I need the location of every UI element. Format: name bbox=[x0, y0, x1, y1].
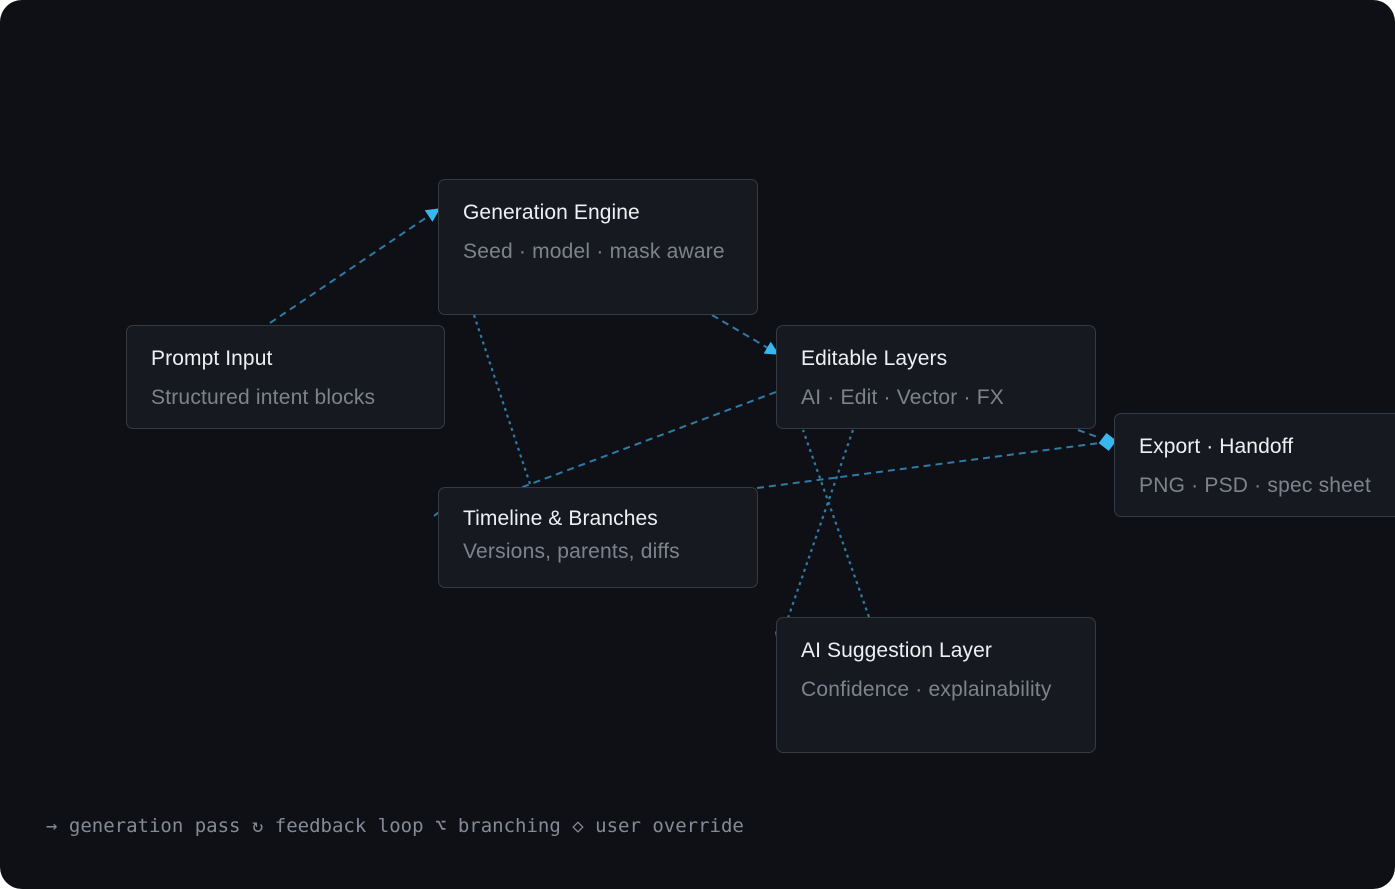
node-title: Export · Handoff bbox=[1139, 435, 1294, 458]
edge-layers-to-timeline bbox=[519, 391, 777, 489]
node-title: Prompt Input bbox=[151, 347, 273, 370]
edge-prompt-to-engine bbox=[269, 208, 441, 324]
diagram-canvas: Prompt Input Structured intent blocks Ge… bbox=[0, 0, 1395, 889]
node-title: Editable Layers bbox=[801, 347, 948, 370]
node-title: Timeline & Branches bbox=[463, 507, 658, 530]
edge-suggestion-to-layers bbox=[801, 429, 871, 618]
node-title: Generation Engine bbox=[463, 201, 640, 224]
legend-user-override: ◇ user override bbox=[572, 815, 744, 837]
node-subtitle: Seed · model · mask aware bbox=[463, 240, 725, 263]
legend-feedback-loop: ↻ feedback loop bbox=[251, 815, 424, 837]
edge-engine-to-timeline bbox=[472, 314, 533, 488]
edge-timeline-to-export bbox=[756, 433, 1117, 489]
node-export-handoff[interactable]: Export · Handoff PNG · PSD · spec sheet bbox=[1114, 413, 1395, 517]
node-generation-engine[interactable]: Generation Engine Seed · model · mask aw… bbox=[438, 179, 758, 315]
node-subtitle: AI · Edit · Vector · FX bbox=[801, 386, 1004, 409]
node-ai-suggestion-layer[interactable]: AI Suggestion Layer Confidence · explain… bbox=[776, 617, 1096, 753]
node-title: AI Suggestion Layer bbox=[801, 639, 993, 662]
node-editable-layers[interactable]: Editable Layers AI · Edit · Vector · FX bbox=[776, 325, 1096, 429]
edge-engine-to-layers bbox=[711, 314, 780, 355]
node-subtitle: Versions, parents, diffs bbox=[463, 540, 680, 563]
legend: → generation pass ↻ feedback loop ⌥ bran… bbox=[46, 812, 744, 840]
node-prompt-input[interactable]: Prompt Input Structured intent blocks bbox=[126, 325, 445, 429]
legend-branching: ⌥ branching bbox=[434, 815, 561, 837]
edge-layers-to-export bbox=[1077, 429, 1101, 439]
node-subtitle: PNG · PSD · spec sheet bbox=[1139, 474, 1371, 497]
legend-generation-pass: → generation pass bbox=[46, 815, 241, 837]
edge-layers-to-suggestion bbox=[775, 429, 855, 649]
node-subtitle: Structured intent blocks bbox=[151, 386, 376, 409]
node-subtitle: Confidence · explainability bbox=[801, 678, 1052, 701]
node-timeline-branches[interactable]: Timeline & Branches Versions, parents, d… bbox=[438, 487, 758, 588]
